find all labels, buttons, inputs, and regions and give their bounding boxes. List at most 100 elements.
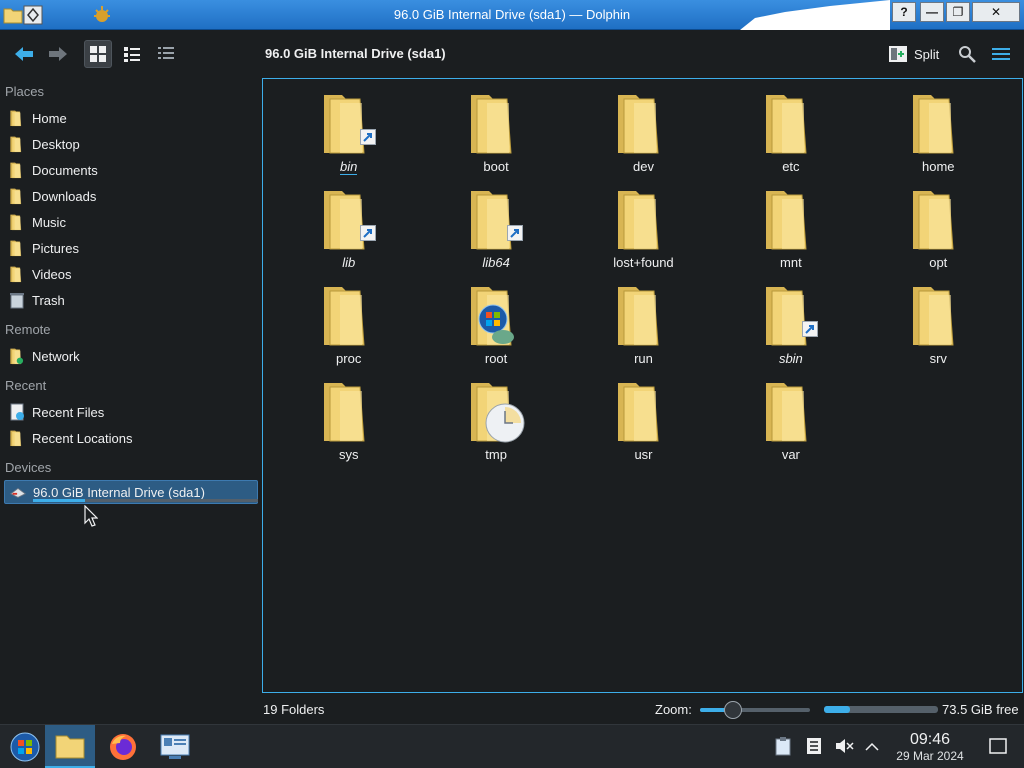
documents-folder-icon xyxy=(8,161,26,179)
hamburger-menu-button[interactable] xyxy=(990,40,1012,68)
firefox-icon xyxy=(110,734,136,760)
back-arrow-icon xyxy=(15,47,33,61)
folder-item-var[interactable]: var xyxy=(717,377,864,473)
folder-item-bin[interactable]: bin xyxy=(275,89,422,185)
folder-item-usr[interactable]: usr xyxy=(570,377,717,473)
folder-item-home[interactable]: home xyxy=(865,89,1012,185)
sidebar-item-music[interactable]: Music xyxy=(4,210,258,234)
sidebar-item-home[interactable]: Home xyxy=(4,106,258,130)
folder-item-mnt[interactable]: mnt xyxy=(717,185,864,281)
window-titlebar[interactable]: 96.0 GiB Internal Drive (sda1) — Dolphin… xyxy=(0,0,1024,30)
sidebar-item-label: Recent Locations xyxy=(32,430,133,446)
tray-notes[interactable] xyxy=(803,735,825,757)
sidebar-item-videos[interactable]: Videos xyxy=(4,262,258,286)
drive-icon xyxy=(9,483,27,501)
sidebar-item-recent-files[interactable]: Recent Files xyxy=(4,400,258,424)
forward-arrow-icon xyxy=(49,47,67,61)
minimize-button[interactable]: — xyxy=(920,2,944,22)
folder-icon xyxy=(614,281,672,349)
folder-item-proc[interactable]: proc xyxy=(275,281,422,377)
status-bar: 19 Folders Zoom: 73.5 GiB free xyxy=(262,693,1024,724)
taskbar-firefox[interactable] xyxy=(98,725,148,768)
sidebar-item-documents[interactable]: Documents xyxy=(4,158,258,182)
forward-button[interactable] xyxy=(44,40,72,68)
folder-item-lib64[interactable]: lib64 xyxy=(422,185,569,281)
sidebar-item-label: 96.0 GiB Internal Drive (sda1) xyxy=(33,484,205,500)
folder-icon xyxy=(467,89,525,157)
sidebar-item-label: Home xyxy=(32,110,67,126)
folder-icon xyxy=(55,735,85,758)
folder-item-lost-found[interactable]: lost+found xyxy=(570,185,717,281)
downloads-folder-icon xyxy=(8,187,26,205)
places-panel: Places Home Desktop Documents Downloads Musi… xyxy=(0,77,262,693)
start-menu-button[interactable] xyxy=(0,725,50,768)
music-folder-icon xyxy=(8,213,26,231)
folder-item-run[interactable]: run xyxy=(570,281,717,377)
tray-clipboard[interactable] xyxy=(772,735,794,757)
folder-label: home xyxy=(921,159,955,174)
show-desktop-button[interactable] xyxy=(987,735,1009,757)
sidebar-item-trash[interactable]: Trash xyxy=(4,288,258,312)
pictures-folder-icon xyxy=(8,239,26,257)
sidebar-item-network[interactable]: Network xyxy=(4,344,258,368)
icons-view-button[interactable] xyxy=(84,40,112,68)
symlink-arrow-icon xyxy=(507,225,524,241)
folder-icon xyxy=(320,377,378,445)
split-button[interactable]: Split xyxy=(888,44,939,64)
tray-volume[interactable] xyxy=(833,735,855,757)
maximize-icon: ❐ xyxy=(952,5,964,19)
folder-item-sbin[interactable]: sbin xyxy=(717,281,864,377)
folder-label: dev xyxy=(632,159,654,174)
folder-item-etc[interactable]: etc xyxy=(717,89,864,185)
zoom-label: Zoom: xyxy=(655,702,692,717)
folder-item-dev[interactable]: dev xyxy=(570,89,717,185)
clock-time: 09:46 xyxy=(909,731,951,748)
folder-item-sys[interactable]: sys xyxy=(275,377,422,473)
folder-item-boot[interactable]: boot xyxy=(422,89,569,185)
folder-grid: bin boot dev etc home lib lib64 lost+found mnt op… xyxy=(275,89,1012,473)
sidebar-item-96-0-gib-internal-drive-sda1[interactable]: 96.0 GiB Internal Drive (sda1) xyxy=(4,480,258,504)
maximize-button[interactable]: ❐ xyxy=(946,2,970,22)
folder-label: var xyxy=(781,447,800,462)
zoom-slider-handle[interactable] xyxy=(724,701,742,719)
digital-clock[interactable]: 09:46 29 Mar 2024 xyxy=(888,731,972,763)
compact-view-button[interactable] xyxy=(118,40,146,68)
help-button[interactable]: ? xyxy=(892,2,916,22)
folder-item-root[interactable]: root xyxy=(422,281,569,377)
folder-label: lib xyxy=(342,255,356,270)
zoom-slider[interactable] xyxy=(700,701,810,719)
desktop-folder-icon xyxy=(8,135,26,153)
folder-icon xyxy=(762,281,820,349)
taskbar-system-settings[interactable] xyxy=(150,725,200,768)
folder-icon xyxy=(762,185,820,253)
sidebar-item-pictures[interactable]: Pictures xyxy=(4,236,258,260)
file-view[interactable]: bin boot dev etc home lib lib64 lost+found mnt op… xyxy=(262,78,1023,693)
folder-label: srv xyxy=(929,351,947,366)
folder-label: etc xyxy=(782,159,800,174)
folder-icon xyxy=(762,377,820,445)
details-view-button[interactable] xyxy=(152,40,180,68)
sidebar-item-label: Network xyxy=(32,348,80,364)
folder-label: usr xyxy=(634,447,653,462)
places-section-header: Places xyxy=(5,84,45,99)
folder-icon xyxy=(909,281,967,349)
sidebar-item-downloads[interactable]: Downloads xyxy=(4,184,258,208)
tray-expand[interactable] xyxy=(861,735,883,757)
icons-view-icon xyxy=(90,46,106,62)
sidebar-item-recent-locations[interactable]: Recent Locations xyxy=(4,426,258,450)
folder-item-opt[interactable]: opt xyxy=(865,185,1012,281)
taskbar-dolphin[interactable] xyxy=(45,725,95,768)
search-button[interactable] xyxy=(956,40,978,68)
folder-item-srv[interactable]: srv xyxy=(865,281,1012,377)
split-label: Split xyxy=(914,46,940,62)
user-overlay-icon xyxy=(477,303,517,348)
recent-locations-icon xyxy=(8,429,26,447)
sidebar-item-desktop[interactable]: Desktop xyxy=(4,132,258,156)
clock-overlay-icon xyxy=(485,403,525,446)
close-button[interactable]: ✕ xyxy=(972,2,1020,22)
sidebar-item-label: Trash xyxy=(32,292,65,308)
folder-item-tmp[interactable]: tmp xyxy=(422,377,569,473)
folder-icon xyxy=(762,89,820,157)
folder-item-lib[interactable]: lib xyxy=(275,185,422,281)
back-button[interactable] xyxy=(10,40,38,68)
